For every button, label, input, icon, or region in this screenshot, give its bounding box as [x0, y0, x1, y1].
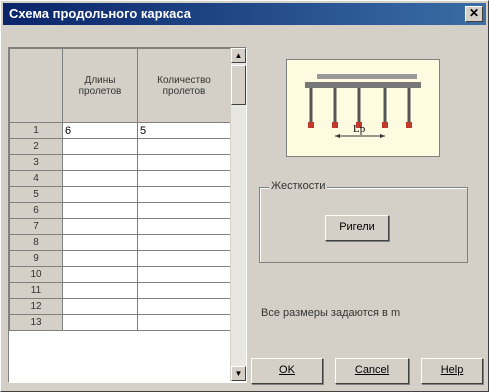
row-number[interactable]: 1: [9, 122, 63, 139]
frame-schematic-icon: Lp: [305, 74, 421, 138]
table-row: 11: [9, 282, 231, 299]
column-footing: [406, 122, 412, 128]
span-length-cell[interactable]: [62, 202, 138, 219]
span-length-cell[interactable]: [62, 250, 138, 267]
close-button[interactable]: ✕: [465, 6, 483, 22]
row-number[interactable]: 12: [9, 298, 63, 315]
cancel-button-label: Cancel: [354, 364, 390, 376]
span-count-cell[interactable]: [137, 314, 231, 331]
span-count-cell[interactable]: [137, 170, 231, 187]
span-count-cell[interactable]: [137, 234, 231, 251]
scroll-thumb[interactable]: [231, 65, 246, 105]
scroll-up-arrow-icon[interactable]: ▲: [231, 48, 246, 63]
spans-grid: Длины пролетов Количество пролетов 16523…: [8, 47, 247, 383]
span-length-label: Lp: [353, 123, 366, 135]
span-length-cell[interactable]: [62, 154, 138, 171]
table-row: 13: [9, 314, 231, 331]
beams-button[interactable]: Ригели: [325, 215, 389, 241]
column-footing: [332, 122, 338, 128]
column-header-span-count: Количество пролетов: [137, 48, 231, 123]
span-length-cell[interactable]: [62, 170, 138, 187]
span-count-cell[interactable]: [137, 218, 231, 235]
span-length-cell[interactable]: [62, 138, 138, 155]
title-bar: Схема продольного каркаса ✕: [3, 3, 486, 25]
row-number[interactable]: 3: [9, 154, 63, 171]
frame-column: [309, 88, 313, 124]
table-row: 3: [9, 154, 231, 171]
help-button[interactable]: Help: [421, 358, 483, 384]
help-button-label: Help: [440, 364, 464, 376]
span-length-cell[interactable]: [62, 314, 138, 331]
table-row: 5: [9, 186, 231, 203]
frame-schematic-image: Lp: [286, 59, 440, 157]
frame-column: [357, 88, 361, 124]
frame-columns: [308, 88, 412, 128]
table-row: 2: [9, 138, 231, 155]
frame-column: [383, 88, 387, 124]
table-row: 7: [9, 218, 231, 235]
span-length-cell[interactable]: [62, 186, 138, 203]
table-row: 4: [9, 170, 231, 187]
row-number[interactable]: 8: [9, 234, 63, 251]
column-footing: [308, 122, 314, 128]
dialog-window: Схема продольного каркаса ✕ Длины пролет…: [0, 0, 489, 392]
frame-column: [333, 88, 337, 124]
units-hint: Все размеры задаются в m: [261, 307, 401, 319]
stiffness-legend: Жесткости: [269, 180, 328, 192]
grid-scrollbar[interactable]: ▲ ▼: [230, 48, 246, 381]
cancel-button[interactable]: Cancel: [335, 358, 409, 384]
window-title: Схема продольного каркаса: [9, 6, 191, 21]
row-number[interactable]: 6: [9, 202, 63, 219]
grid-corner: [9, 48, 63, 123]
table-row: 165: [9, 122, 231, 139]
span-count-cell[interactable]: [137, 282, 231, 299]
span-count-cell[interactable]: [137, 250, 231, 267]
span-length-cell[interactable]: 6: [62, 122, 138, 139]
span-count-cell[interactable]: [137, 154, 231, 171]
table-row: 12: [9, 298, 231, 315]
column-header-span-lengths: Длины пролетов: [62, 48, 138, 123]
span-count-cell[interactable]: [137, 202, 231, 219]
ok-button-label: OK: [279, 364, 295, 376]
table-row: 8: [9, 234, 231, 251]
span-length-cell[interactable]: [62, 298, 138, 315]
frame-column: [407, 88, 411, 124]
row-number[interactable]: 2: [9, 138, 63, 155]
row-number[interactable]: 11: [9, 282, 63, 299]
span-length-cell[interactable]: [62, 266, 138, 283]
column-footing: [382, 122, 388, 128]
span-count-cell[interactable]: 5: [137, 122, 231, 139]
span-count-cell[interactable]: [137, 138, 231, 155]
span-count-cell[interactable]: [137, 186, 231, 203]
span-count-cell[interactable]: [137, 266, 231, 283]
span-length-cell[interactable]: [62, 282, 138, 299]
table-row: 6: [9, 202, 231, 219]
span-length-cell[interactable]: [62, 234, 138, 251]
row-number[interactable]: 5: [9, 186, 63, 203]
span-count-cell[interactable]: [137, 298, 231, 315]
table-row: 9: [9, 250, 231, 267]
row-number[interactable]: 4: [9, 170, 63, 187]
ok-button[interactable]: OK: [251, 358, 323, 384]
span-length-cell[interactable]: [62, 218, 138, 235]
scroll-down-arrow-icon[interactable]: ▼: [231, 366, 246, 381]
table-row: 10: [9, 266, 231, 283]
row-number[interactable]: 13: [9, 314, 63, 331]
row-number[interactable]: 9: [9, 250, 63, 267]
spans-table: Длины пролетов Количество пролетов 16523…: [9, 48, 231, 331]
row-number[interactable]: 10: [9, 266, 63, 283]
row-number[interactable]: 7: [9, 218, 63, 235]
